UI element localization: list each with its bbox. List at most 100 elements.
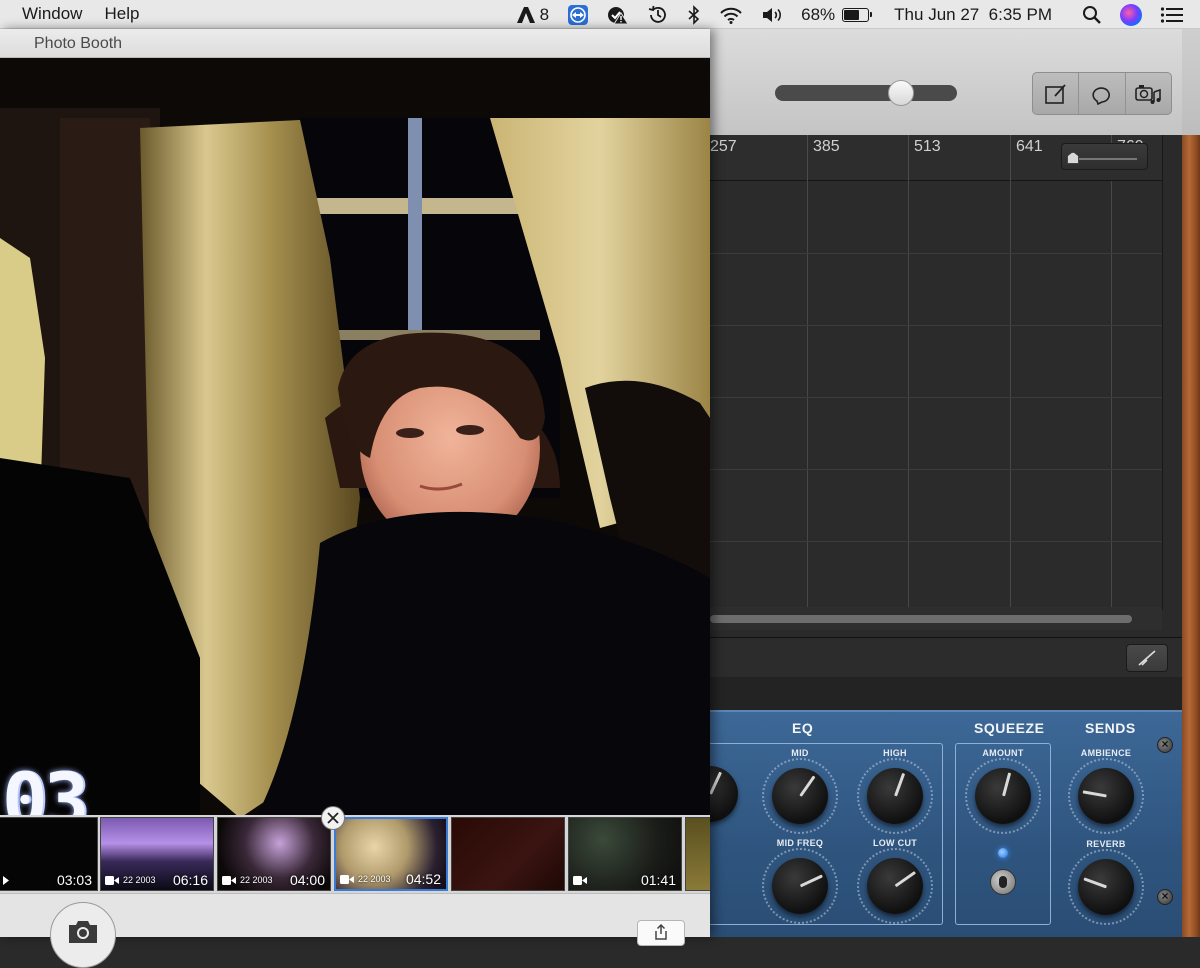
menu-extras: 8 68% Thu Jun 27 6:35 PM	[507, 0, 1200, 29]
share-button[interactable]	[637, 920, 685, 946]
thumbnail-duration: 03:03	[56, 872, 92, 888]
section-sends-title: SENDS	[1085, 720, 1136, 736]
window-title: Photo Booth	[34, 35, 123, 52]
timeline-ruler[interactable]: 257 385 513 641 769	[710, 135, 1162, 181]
siri-icon[interactable]	[1111, 0, 1151, 29]
video-icon	[340, 875, 354, 884]
video-preview[interactable]: 03	[0, 58, 710, 844]
inspector-icon	[1138, 650, 1156, 666]
thumbnail[interactable]: 22 2003 06:16	[100, 817, 214, 891]
thumbnail[interactable]: 22 2003 04:00	[217, 817, 331, 891]
video-icon	[573, 876, 587, 885]
knob-label-ambience: AMBIENCE	[1080, 748, 1132, 758]
section-eq-title: EQ	[792, 720, 814, 736]
thumbnail-duration: 04:00	[289, 872, 325, 888]
squeeze-amount-knob[interactable]	[975, 768, 1031, 824]
video-icon	[222, 876, 236, 885]
thumbnail[interactable]	[451, 817, 565, 891]
screw-icon: ×	[1157, 737, 1173, 753]
smart-controls-header	[710, 637, 1182, 677]
bluetooth-icon[interactable]	[678, 0, 710, 29]
knob-label-amount: AMOUNT	[982, 748, 1024, 758]
thumbnail-strip[interactable]: 03:03 22 2003 06:16 22 2003 04:00 22 200…	[0, 815, 710, 893]
ruler-tick: 513	[908, 135, 941, 181]
notepad-icon	[1044, 83, 1066, 104]
share-icon	[655, 924, 667, 940]
battery-icon[interactable]	[842, 7, 873, 22]
time-machine-icon[interactable]	[638, 0, 678, 29]
thumbnail-date: 22 2003	[240, 875, 273, 885]
window-edge	[1182, 29, 1200, 135]
ruler-tick: 641	[1010, 135, 1043, 181]
zoom-slider-thumb[interactable]	[1067, 152, 1079, 164]
camera-icon	[69, 921, 97, 943]
window-edge	[1182, 135, 1200, 937]
timeline-zoom-slider[interactable]	[1061, 143, 1148, 170]
thumbnail-selected[interactable]: 22 2003 04:52	[334, 817, 448, 891]
loop-icon	[1092, 86, 1110, 105]
close-icon	[327, 812, 339, 824]
knob-label-mid: MID	[791, 748, 809, 758]
master-volume-knob[interactable]	[888, 80, 914, 106]
photo-booth-toolbar	[0, 893, 710, 968]
wifi-icon[interactable]	[710, 0, 752, 29]
tracks-area[interactable]	[710, 181, 1162, 607]
media-browser-icon	[1135, 84, 1162, 104]
ambience-send-knob[interactable]	[1078, 768, 1134, 824]
thumbnail-duration: 04:52	[405, 871, 441, 887]
view-button-group	[1032, 72, 1172, 115]
teamviewer-icon[interactable]	[558, 0, 598, 29]
photo-booth-titlebar[interactable]: Photo Booth	[0, 29, 710, 58]
horizontal-scrollbar[interactable]	[710, 607, 1162, 630]
spotlight-search-icon[interactable]	[1073, 0, 1111, 29]
reverb-send-knob[interactable]	[1078, 859, 1134, 915]
garageband-toolbar	[710, 29, 1200, 135]
adobe-creative-cloud-icon[interactable]: 8	[507, 0, 558, 29]
menu-help[interactable]: Help	[93, 4, 150, 24]
menu-window[interactable]: Window	[0, 4, 93, 24]
sync-alert-icon[interactable]	[598, 0, 638, 29]
eq-high-knob[interactable]	[867, 768, 923, 824]
vertical-scrollbar[interactable]	[1162, 135, 1182, 610]
eq-mid-freq-knob[interactable]	[772, 858, 828, 914]
take-photo-button[interactable]	[50, 902, 116, 968]
squeeze-toggle-switch[interactable]	[990, 869, 1016, 895]
battery-fill	[844, 9, 860, 20]
thumbnail[interactable]: 01:41	[568, 817, 682, 891]
notification-center-icon[interactable]	[1151, 0, 1200, 29]
knob-label-low-cut: LOW CUT	[872, 838, 918, 848]
video-icon	[3, 876, 9, 885]
horizontal-scroll-thumb[interactable]	[710, 615, 1132, 623]
thumbnail-date: 22 2003	[123, 875, 156, 885]
video-frame-image	[0, 58, 710, 844]
ruler-tick: 385	[807, 135, 840, 181]
eq-low-cut-knob[interactable]	[867, 858, 923, 914]
screw-icon: ×	[1157, 889, 1173, 905]
knob-label-high: HIGH	[883, 748, 907, 758]
photo-booth-window: Photo Booth 03 03:03 22 2003 06:16 22 20…	[0, 29, 710, 968]
eq-mid-knob[interactable]	[772, 768, 828, 824]
knob-label-reverb: REVERB	[1086, 839, 1126, 849]
thumbnail[interactable]: 03:03	[0, 817, 98, 891]
smart-controls-panel: EQ SQUEEZE SENDS MID HIGH MID FREQ LOW C…	[682, 710, 1182, 937]
thumbnail-duration: 01:41	[640, 872, 676, 888]
menu-bar: Window Help 8 68% Thu Jun 27 6:35 PM	[0, 0, 1200, 29]
video-icon	[105, 876, 119, 885]
thumbnail[interactable]	[685, 817, 710, 891]
volume-icon[interactable]	[752, 0, 794, 29]
thumbnail-duration: 06:16	[172, 872, 208, 888]
knob-label-mid-freq: MID FREQ	[776, 838, 824, 848]
master-volume-track[interactable]	[775, 85, 957, 101]
squeeze-led	[998, 848, 1008, 858]
section-squeeze-title: SQUEEZE	[974, 720, 1045, 736]
battery-percent[interactable]: 68%	[794, 5, 842, 25]
notepad-button[interactable]	[1033, 73, 1080, 114]
smart-controls-strip	[710, 677, 1182, 710]
loop-browser-button[interactable]	[1079, 73, 1126, 114]
adobe-badge-count: 8	[539, 4, 550, 24]
delete-thumbnail-button[interactable]	[321, 806, 345, 830]
thumbnail-date: 22 2003	[358, 874, 391, 884]
clock[interactable]: Thu Jun 27 6:35 PM	[887, 5, 1059, 25]
media-browser-button[interactable]	[1126, 73, 1171, 114]
inspector-button[interactable]	[1126, 644, 1168, 672]
